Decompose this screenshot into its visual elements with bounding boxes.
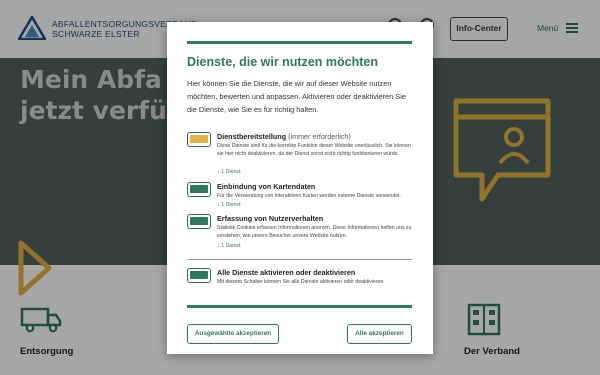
service-description: Statistik Cookies erfassen Informationen… [217, 225, 412, 239]
service-name-label: Dienstbereitstellung [217, 132, 287, 141]
service-count-link[interactable]: ↓ 1 Dienst [217, 169, 241, 175]
modal-divider [187, 259, 412, 260]
toggle-knob [190, 271, 208, 279]
accept-selected-button[interactable]: Ausgewählte akzeptieren [187, 324, 279, 344]
all-services-toggle[interactable] [187, 268, 211, 283]
modal-top-rule [187, 41, 412, 44]
toggle-knob [190, 185, 208, 193]
nutzerverhalten-toggle[interactable] [187, 214, 211, 229]
toggle-knob [190, 217, 208, 225]
required-toggle[interactable] [187, 132, 211, 147]
service-required-note: (immer erforderlich) [288, 132, 351, 141]
toggle-knob [190, 135, 208, 143]
service-description: Für die Verwendung von interaktiven Kart… [217, 193, 401, 199]
service-name: Erfassung von Nutzerverhalten [217, 214, 324, 223]
modal-intro: Hier können Sie die Dienste, die wir auf… [187, 79, 406, 114]
service-name: Dienstbereitstellung (immer erforderlich… [217, 132, 351, 141]
service-count-link[interactable]: ↓ 1 Dienst [217, 243, 241, 249]
kartendaten-toggle[interactable] [187, 182, 211, 197]
service-count-link[interactable]: ↓ 1 Dienst [217, 202, 241, 208]
cookie-consent-modal: Dienste, die wir nutzen möchten Hier kön… [167, 22, 433, 354]
service-name: Einbindung von Kartendaten [217, 182, 316, 191]
service-description: Diese Dienste sind für die korrekte Funk… [217, 143, 411, 157]
service-description: Mit diesem Schalter können Sie alle Dien… [217, 279, 385, 285]
service-name: Alle Dienste aktivieren oder deaktiviere… [217, 268, 356, 277]
modal-title: Dienste, die wir nutzen möchten [187, 55, 378, 69]
accept-all-button[interactable]: Alle akzeptieren [347, 324, 412, 344]
modal-bottom-rule [187, 305, 412, 308]
